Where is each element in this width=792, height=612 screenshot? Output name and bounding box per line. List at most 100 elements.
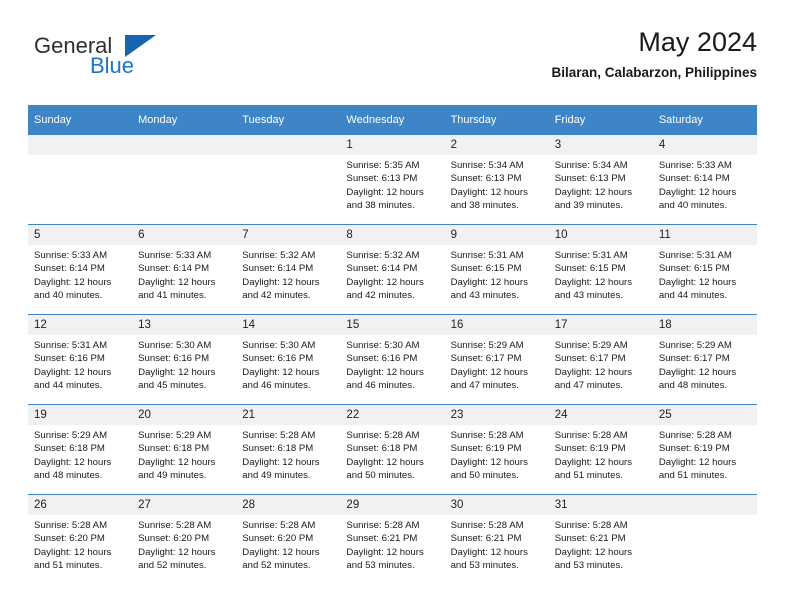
day-box: 20 Sunrise: 5:29 AM Sunset: 6:18 PM Dayligh…: [132, 405, 237, 494]
daylight-text-line2: and 53 minutes.: [450, 560, 519, 572]
day-number: 18: [652, 315, 757, 335]
day-number: 11: [652, 225, 757, 245]
daylight-text-line2: and 47 minutes.: [554, 380, 623, 392]
weekday-header-wednesday: Wednesday: [340, 105, 445, 135]
daylight-text-line1: Daylight: 12 hours: [242, 456, 320, 468]
day-box: 18 Sunrise: 5:29 AM Sunset: 6:17 PM Dayligh…: [652, 315, 757, 404]
calendar-day-cell[interactable]: 30 Sunrise: 5:28 AM Sunset: 6:21 PM Dayligh…: [444, 494, 549, 584]
sunrise-text: Sunrise: 5:34 AM: [450, 160, 524, 171]
sunrise-text: Sunrise: 5:33 AM: [34, 250, 108, 261]
calendar-day-cell[interactable]: 5 Sunrise: 5:33 AM Sunset: 6:14 PM Daylight…: [28, 224, 133, 315]
day-info: Sunrise: 5:30 AM Sunset: 6:16 PM Daylight:…: [236, 335, 340, 393]
day-box: 21 Sunrise: 5:28 AM Sunset: 6:18 PM Dayligh…: [236, 405, 341, 494]
day-info: Sunrise: 5:34 AM Sunset: 6:13 PM Daylight:…: [549, 155, 653, 213]
day-number: 2: [444, 135, 549, 155]
sunrise-text: Sunrise: 5:30 AM: [346, 340, 420, 351]
weekday-header-saturday: Saturday: [652, 105, 757, 135]
sunset-text: Sunset: 6:17 PM: [658, 353, 730, 365]
calendar-day-cell[interactable]: 1 Sunrise: 5:35 AM Sunset: 6:13 PM Daylight…: [340, 135, 445, 225]
calendar-day-cell[interactable]: 6 Sunrise: 5:33 AM Sunset: 6:14 PM Daylight…: [132, 224, 237, 315]
day-info: Sunrise: 5:29 AM Sunset: 6:18 PM Daylight:…: [132, 425, 236, 483]
day-number: 14: [236, 315, 341, 335]
calendar-day-cell[interactable]: 20 Sunrise: 5:29 AM Sunset: 6:18 PM Dayligh…: [132, 404, 237, 495]
calendar-day-cell[interactable]: 25 Sunrise: 5:28 AM Sunset: 6:19 PM Dayligh…: [652, 404, 757, 495]
sunset-text: Sunset: 6:16 PM: [242, 353, 314, 365]
day-box: 17 Sunrise: 5:29 AM Sunset: 6:17 PM Dayligh…: [548, 315, 653, 404]
day-info: Sunrise: 5:29 AM Sunset: 6:17 PM Daylight:…: [549, 335, 653, 393]
daylight-text-line1: Daylight: 12 hours: [138, 366, 216, 378]
day-box: 9 Sunrise: 5:31 AM Sunset: 6:15 PM Daylight…: [444, 225, 549, 314]
sunrise-text: Sunrise: 5:31 AM: [34, 340, 108, 351]
calendar-day-cell[interactable]: 7 Sunrise: 5:32 AM Sunset: 6:14 PM Daylight…: [236, 224, 341, 315]
calendar-day-cell[interactable]: 29 Sunrise: 5:28 AM Sunset: 6:21 PM Dayligh…: [340, 494, 445, 584]
daylight-text-line1: Daylight: 12 hours: [34, 276, 112, 288]
daylight-text-line2: and 48 minutes.: [658, 380, 728, 392]
daylight-text-line2: and 53 minutes.: [554, 560, 623, 572]
calendar-day-cell[interactable]: 15 Sunrise: 5:30 AM Sunset: 6:16 PM Dayligh…: [340, 314, 445, 405]
daylight-text-line1: Daylight: 12 hours: [554, 456, 633, 468]
day-info: Sunrise: 5:28 AM Sunset: 6:21 PM Daylight:…: [445, 515, 549, 573]
calendar-day-cell[interactable]: 4 Sunrise: 5:33 AM Sunset: 6:14 PM Daylight…: [652, 135, 757, 225]
calendar-day-cell[interactable]: 31 Sunrise: 5:28 AM Sunset: 6:21 PM Dayligh…: [548, 494, 653, 584]
calendar-day-cell[interactable]: 28 Sunrise: 5:28 AM Sunset: 6:20 PM Dayligh…: [236, 494, 341, 584]
daylight-text-line2: and 51 minutes.: [554, 470, 623, 482]
daylight-text-line2: and 41 minutes.: [138, 290, 207, 302]
sunrise-text: Sunrise: 5:28 AM: [242, 430, 316, 441]
calendar-day-cell[interactable]: 3 Sunrise: 5:34 AM Sunset: 6:13 PM Daylight…: [548, 135, 653, 225]
day-info: Sunrise: 5:28 AM Sunset: 6:20 PM Daylight:…: [236, 515, 340, 573]
daylight-text-line1: Daylight: 12 hours: [242, 276, 320, 288]
day-info: Sunrise: 5:33 AM Sunset: 6:14 PM Daylight:…: [653, 155, 757, 213]
calendar-day-cell[interactable]: 2 Sunrise: 5:34 AM Sunset: 6:13 PM Daylight…: [444, 135, 549, 225]
calendar-day-cell[interactable]: 21 Sunrise: 5:28 AM Sunset: 6:18 PM Dayligh…: [236, 404, 341, 495]
calendar-day-cell[interactable]: 23 Sunrise: 5:28 AM Sunset: 6:19 PM Dayligh…: [444, 404, 549, 495]
calendar-day-cell[interactable]: 14 Sunrise: 5:30 AM Sunset: 6:16 PM Dayligh…: [236, 314, 341, 405]
daylight-text-line2: and 51 minutes.: [34, 560, 103, 572]
sunrise-text: Sunrise: 5:30 AM: [242, 340, 316, 351]
day-box: 29 Sunrise: 5:28 AM Sunset: 6:21 PM Dayligh…: [340, 495, 445, 584]
calendar-day-cell[interactable]: 16 Sunrise: 5:29 AM Sunset: 6:17 PM Dayligh…: [444, 314, 549, 405]
daylight-text-line2: and 48 minutes.: [34, 470, 103, 482]
weekday-header-sunday: Sunday: [28, 105, 133, 135]
day-info: Sunrise: 5:28 AM Sunset: 6:20 PM Daylight:…: [28, 515, 132, 573]
sunrise-text: Sunrise: 5:35 AM: [346, 160, 420, 171]
sunset-text: Sunset: 6:21 PM: [554, 533, 626, 545]
daylight-text-line1: Daylight: 12 hours: [34, 456, 112, 468]
day-number: 19: [28, 405, 133, 425]
daylight-text-line1: Daylight: 12 hours: [658, 186, 737, 198]
calendar-day-cell[interactable]: 26 Sunrise: 5:28 AM Sunset: 6:20 PM Dayligh…: [28, 494, 133, 584]
calendar-day-cell[interactable]: 22 Sunrise: 5:28 AM Sunset: 6:18 PM Dayligh…: [340, 404, 445, 495]
calendar-day-cell[interactable]: 18 Sunrise: 5:29 AM Sunset: 6:17 PM Dayligh…: [652, 314, 757, 405]
calendar-day-cell[interactable]: 11 Sunrise: 5:31 AM Sunset: 6:15 PM Dayligh…: [652, 224, 757, 315]
calendar-day-cell[interactable]: 8 Sunrise: 5:32 AM Sunset: 6:14 PM Daylight…: [340, 224, 445, 315]
sunset-text: Sunset: 6:14 PM: [34, 263, 105, 275]
sunrise-text: Sunrise: 5:29 AM: [450, 340, 524, 351]
calendar-day-cell[interactable]: 10 Sunrise: 5:31 AM Sunset: 6:15 PM Dayligh…: [548, 224, 653, 315]
sunset-text: Sunset: 6:15 PM: [554, 263, 626, 275]
day-number: 29: [340, 495, 445, 515]
day-number: 20: [132, 405, 237, 425]
calendar-day-cell[interactable]: 13 Sunrise: 5:30 AM Sunset: 6:16 PM Dayligh…: [132, 314, 237, 405]
weekday-header-monday: Monday: [132, 105, 237, 135]
day-info: Sunrise: 5:29 AM Sunset: 6:18 PM Daylight:…: [28, 425, 132, 483]
day-number: 3: [548, 135, 653, 155]
sunset-text: Sunset: 6:18 PM: [138, 443, 210, 455]
sunrise-text: Sunrise: 5:30 AM: [138, 340, 212, 351]
calendar-day-cell[interactable]: 19 Sunrise: 5:29 AM Sunset: 6:18 PM Dayligh…: [28, 404, 133, 495]
sunrise-text: Sunrise: 5:32 AM: [346, 250, 420, 261]
daylight-text-line2: and 46 minutes.: [242, 380, 311, 392]
daylight-text-line2: and 52 minutes.: [242, 560, 311, 572]
sunset-text: Sunset: 6:18 PM: [346, 443, 418, 455]
sunset-text: Sunset: 6:17 PM: [450, 353, 522, 365]
sunset-text: Sunset: 6:17 PM: [554, 353, 626, 365]
day-info: Sunrise: 5:33 AM Sunset: 6:14 PM Daylight:…: [132, 245, 236, 303]
day-number: 13: [132, 315, 237, 335]
calendar-day-cell[interactable]: 27 Sunrise: 5:28 AM Sunset: 6:20 PM Dayligh…: [132, 494, 237, 584]
calendar-day-cell[interactable]: 12 Sunrise: 5:31 AM Sunset: 6:16 PM Dayligh…: [28, 314, 133, 405]
calendar-day-cell[interactable]: 9 Sunrise: 5:31 AM Sunset: 6:15 PM Daylight…: [444, 224, 549, 315]
day-number: 5: [28, 225, 133, 245]
calendar-page: General Blue May 2024 Bilaran, Calabarzo…: [0, 0, 792, 612]
calendar-day-cell[interactable]: 24 Sunrise: 5:28 AM Sunset: 6:19 PM Dayligh…: [548, 404, 653, 495]
daylight-text-line1: Daylight: 12 hours: [138, 546, 216, 558]
calendar-day-cell[interactable]: 17 Sunrise: 5:29 AM Sunset: 6:17 PM Dayligh…: [548, 314, 653, 405]
day-number: 17: [548, 315, 653, 335]
